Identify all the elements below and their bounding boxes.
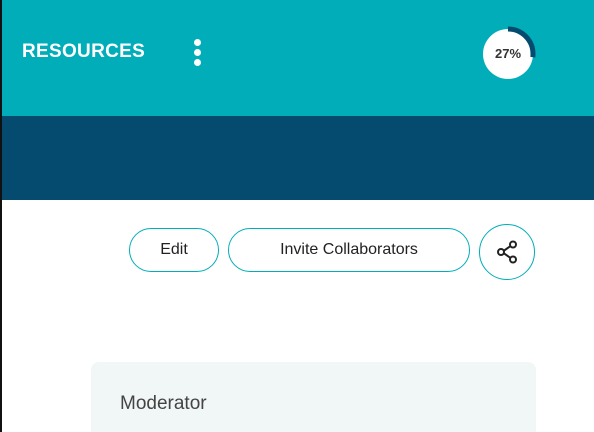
share-button[interactable] (479, 224, 535, 280)
moderator-label: Moderator (120, 393, 207, 414)
progress-percent-label: 27% (494, 46, 522, 61)
sub-header-bar (0, 116, 594, 200)
window-edge (0, 0, 2, 432)
kebab-menu-icon[interactable] (188, 38, 208, 68)
invite-collaborators-button[interactable]: Invite Collaborators (228, 228, 470, 272)
moderator-card: Moderator (91, 362, 536, 432)
progress-ring: 27% (478, 24, 538, 84)
page: RESOURCES 27% Edit Invite Collaborators … (0, 0, 594, 432)
header-title[interactable]: RESOURCES (22, 40, 145, 64)
top-header-bar: RESOURCES 27% (0, 0, 594, 116)
kebab-dot (194, 59, 201, 66)
edit-button[interactable]: Edit (129, 228, 219, 272)
kebab-dot (194, 49, 201, 56)
share-icon (497, 240, 517, 264)
kebab-dot (194, 39, 201, 46)
